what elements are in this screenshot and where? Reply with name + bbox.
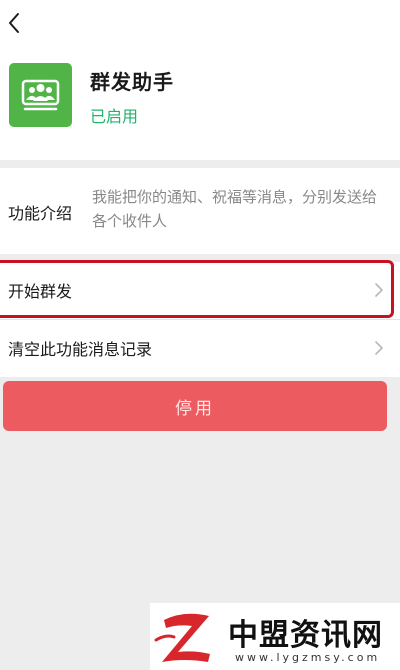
clear-history-label: 清空此功能消息记录 <box>8 340 153 359</box>
watermark-brand: 中盟资讯网 <box>228 618 383 653</box>
intro-text: 我能把你的通知、祝福等消息，分别发送给各个收件人 <box>92 188 378 230</box>
watermark: 中盟资讯网 www.lygzmsy.com <box>150 603 400 670</box>
app-icon <box>9 63 72 127</box>
intro-section: 功能介绍 我能把你的通知、祝福等消息，分别发送给各个收件人 <box>0 168 400 254</box>
brand-logo-icon <box>154 613 210 662</box>
clear-history-row[interactable]: 清空此功能消息记录 <box>0 319 400 377</box>
app-header-section: 群发助手 已启用 <box>0 0 400 160</box>
app-status: 已启用 <box>90 107 139 126</box>
group-users-icon <box>21 79 60 111</box>
chevron-left-icon <box>9 13 19 33</box>
intro-label: 功能介绍 <box>8 204 73 223</box>
disable-button[interactable]: 停用 <box>3 381 387 431</box>
highlight-annotation <box>0 260 394 318</box>
watermark-url: www.lygzmsy.com <box>235 651 381 664</box>
chevron-right-icon <box>375 341 383 355</box>
app-name: 群发助手 <box>90 70 174 94</box>
back-button[interactable] <box>2 8 26 38</box>
